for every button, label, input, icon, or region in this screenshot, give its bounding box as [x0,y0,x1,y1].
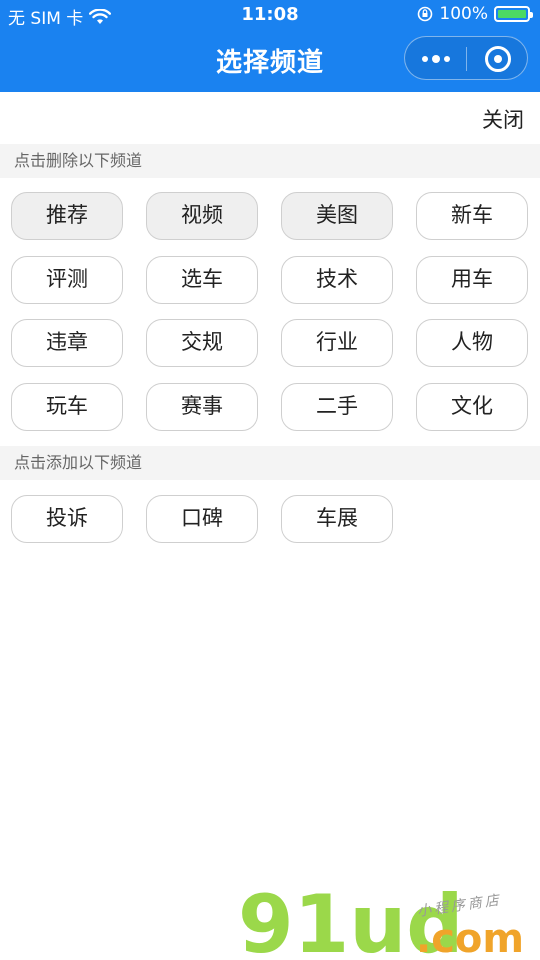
my-channels-header: 点击删除以下频道 [0,144,540,178]
more-dot-icon [422,56,428,62]
channel-chip[interactable]: 技术 [281,255,393,304]
status-right: 100% [417,4,533,24]
channel-chip[interactable]: 推荐 [11,192,123,240]
status-bar: 无 SIM 卡 11:08 100% [0,0,540,30]
channel-chip[interactable]: 美图 [281,192,393,240]
channel-chip[interactable]: 赛事 [146,382,258,431]
channel-chip[interactable]: 二手 [281,382,393,431]
channel-chip[interactable]: 行业 [281,319,393,367]
channel-chip[interactable]: 车展 [281,495,393,543]
capsule-divider [466,47,467,71]
channel-chip[interactable]: 交规 [146,319,258,367]
channel-chip[interactable]: 玩车 [11,382,123,431]
more-dot-icon [432,55,440,63]
more-button[interactable] [419,47,453,71]
watermark-suffix: .com [416,916,524,960]
channel-chip[interactable]: 评测 [11,255,123,304]
channel-chip[interactable]: 文化 [416,382,528,431]
channel-chip[interactable]: 违章 [11,319,123,367]
more-channels-header: 点击添加以下频道 [0,446,540,480]
channel-chip[interactable]: 人物 [416,319,528,367]
battery-fill [498,10,526,18]
more-dot-icon [444,56,450,62]
channel-chip[interactable]: 用车 [416,255,528,304]
channel-chip[interactable]: 口碑 [146,495,258,543]
battery-icon [494,6,533,22]
watermark-logo: 91ud .com 小程序商店 [238,880,524,960]
close-button[interactable]: 关闭 [482,104,524,134]
orientation-lock-icon [418,6,433,22]
channel-chip[interactable]: 选车 [146,255,258,304]
battery-percent: 100% [439,4,488,24]
nav-bar: 选择频道 [0,30,540,92]
channel-chip[interactable]: 投诉 [11,495,123,543]
close-miniprogram-icon[interactable] [485,46,511,72]
channel-chip[interactable]: 新车 [416,192,528,240]
miniprogram-capsule [404,36,528,80]
channel-chip[interactable]: 视频 [146,192,258,240]
